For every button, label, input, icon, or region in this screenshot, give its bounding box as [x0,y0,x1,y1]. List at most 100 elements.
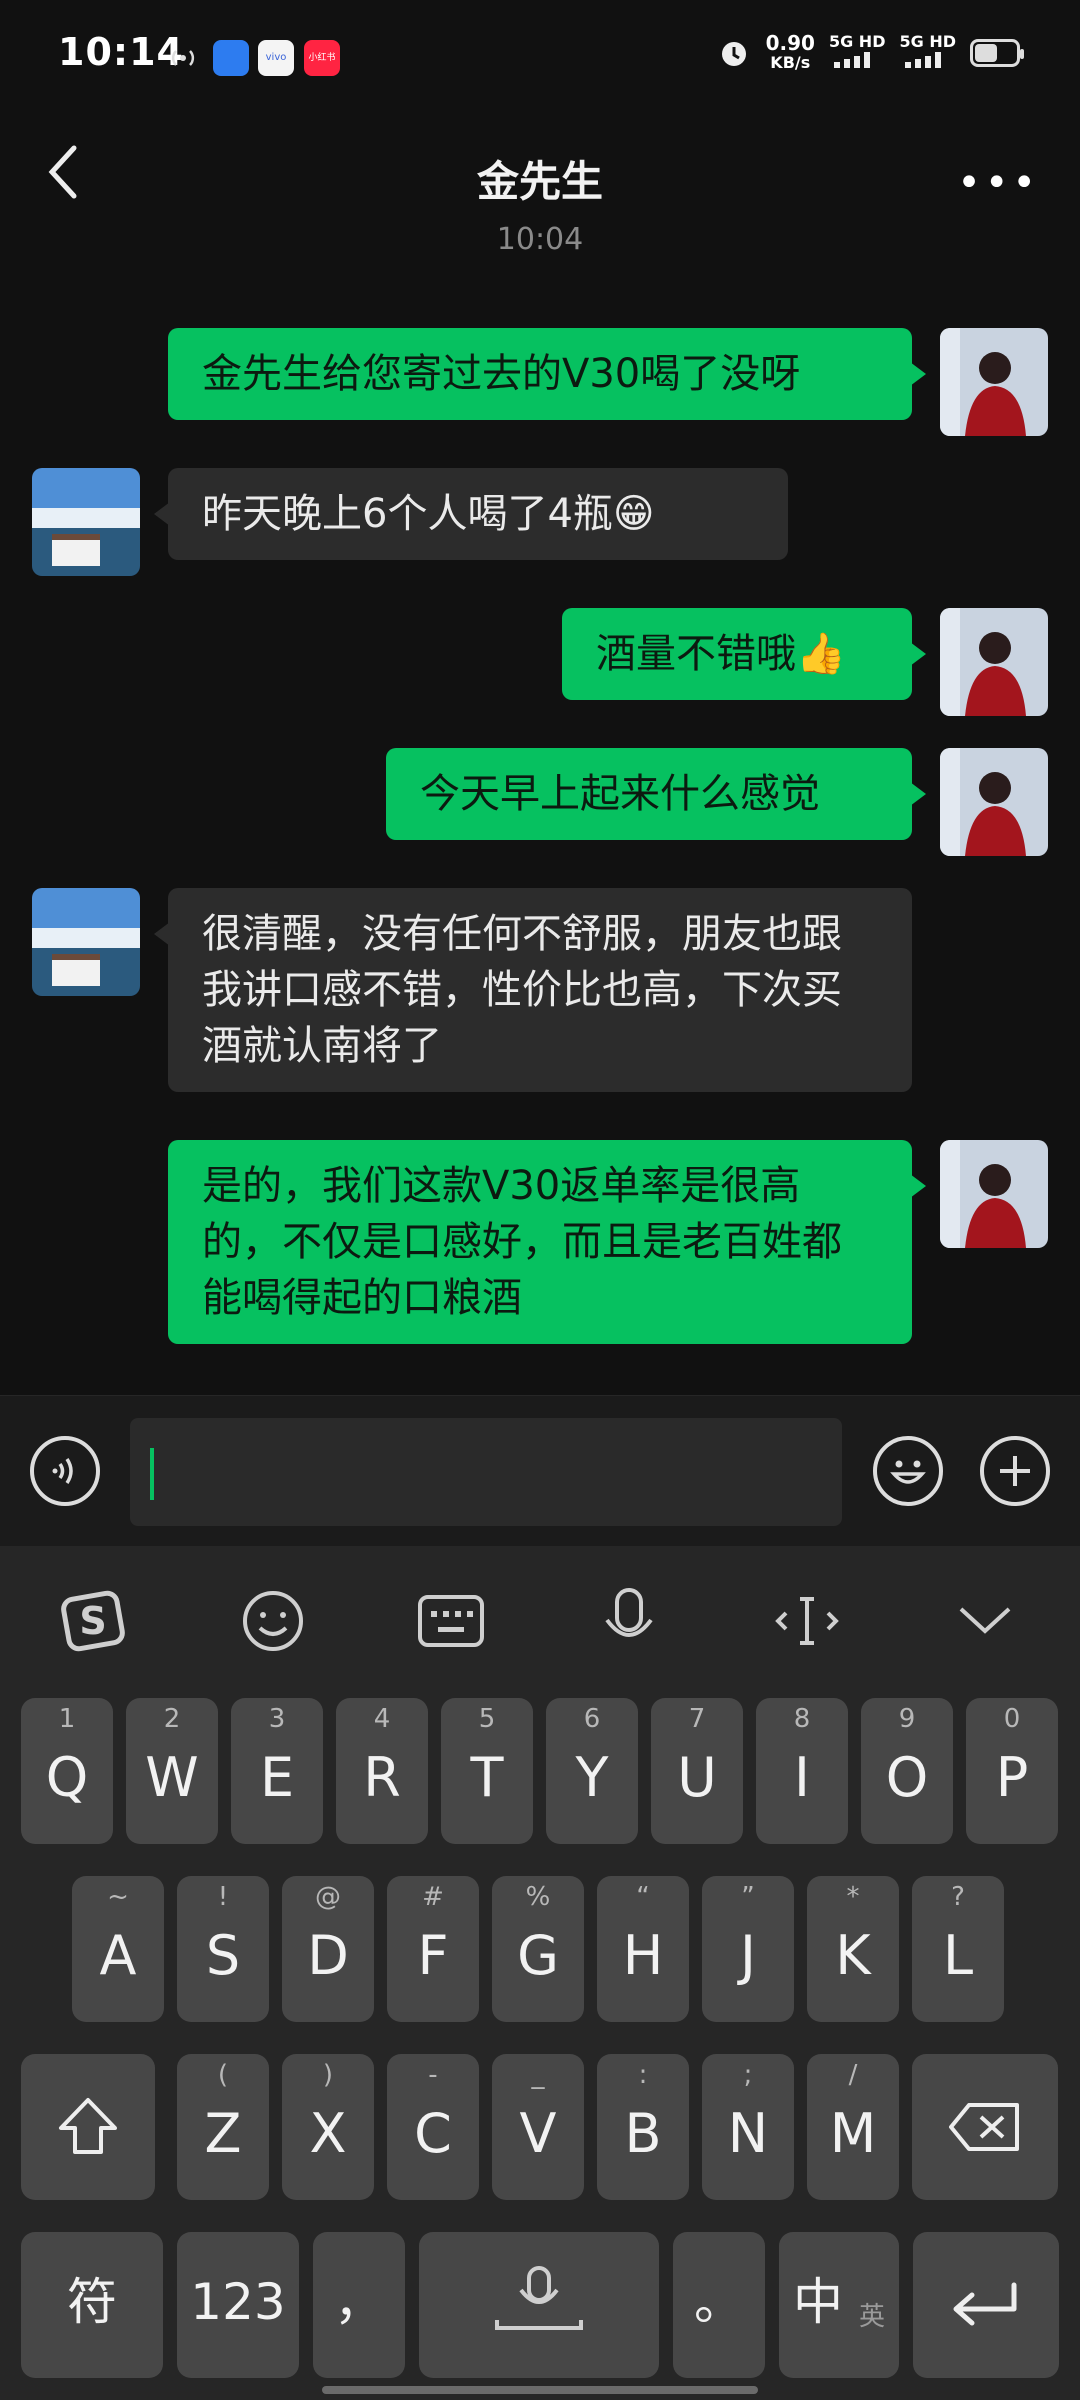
key-y[interactable]: 6Y [546,1698,638,1844]
key-o[interactable]: 9O [861,1698,953,1844]
message-bubble[interactable]: 很清醒，没有任何不舒服，朋友也跟我讲口感不错，性价比也高，下次买酒就认南将了 [154,888,912,1092]
key-label: G [517,1924,559,1987]
svg-text:S: S [79,1599,106,1643]
backspace-key[interactable] [912,2054,1058,2200]
keyboard-icon[interactable] [416,1586,486,1656]
message-bubble[interactable]: 昨天晚上6个人喝了4瓶😁 [154,468,788,560]
space-mic-icon [495,2266,583,2330]
key-hint: - [428,2060,438,2090]
my-avatar[interactable] [940,328,1048,436]
period-key[interactable]: 。 [673,2232,765,2378]
cell-signal-icon-1 [834,52,871,68]
cursor-move-icon[interactable] [772,1586,842,1656]
network-speed-value: 0.90 [765,30,815,55]
shift-key[interactable] [21,2054,155,2200]
key-label: A [99,1924,137,1987]
key-k[interactable]: * K [807,1876,899,2022]
key-l[interactable]: ? L [912,1876,1004,2022]
key-hint: / [848,2060,858,2090]
key-h[interactable]: “H [597,1876,689,2022]
soft-keyboard: S 1 Q 2 W 3 E 4 R 5 T 6 Y 7 U 8 I 9 O 0 P ~ A! S @ D # F% G “H” J * K? L… [0,1546,1080,2400]
more-options-icon[interactable]: ••• [957,160,1040,206]
my-avatar[interactable] [940,1140,1048,1248]
key-hint: * [846,1882,860,1912]
enter-key[interactable] [913,2232,1059,2378]
key-x[interactable]: ) X [282,2054,374,2200]
key-b[interactable]: :B [597,2054,689,2200]
shift-arrow-icon [59,2098,117,2154]
enter-return-icon [953,2282,1017,2326]
contact-avatar[interactable] [32,888,140,996]
signal-label-2: 5G HD [899,32,956,51]
text-cursor [150,1448,154,1500]
xiaohongshu-app-icon: 小红书 [304,40,340,76]
language-switch-key[interactable]: 中英 [779,2232,899,2378]
contact-avatar[interactable] [32,468,140,576]
key-j[interactable]: ” J [702,1876,794,2022]
home-indicator[interactable] [322,2386,758,2394]
key-label: V [519,2102,557,2165]
message-bubble[interactable]: 酒量不错哦👍 [562,608,926,700]
key-hint: 7 [688,1704,706,1734]
number-key[interactable]: 123 [177,2232,299,2378]
collapse-chevron-icon[interactable] [950,1586,1020,1656]
key-d[interactable]: @ D [282,1876,374,2022]
key-q[interactable]: 1Q [21,1698,113,1844]
sogou-logo-icon[interactable]: S [58,1586,128,1656]
my-avatar[interactable] [940,608,1048,716]
emoji-face-icon[interactable] [238,1586,308,1656]
key-t[interactable]: 5T [441,1698,533,1844]
key-label: D [307,1924,349,1987]
key-label: ， [334,2273,384,2331]
emoji-button[interactable] [873,1436,943,1506]
key-c[interactable]: -C [387,2054,479,2200]
key-e[interactable]: 3E [231,1698,323,1844]
message-bubble[interactable]: 是的，我们这款V30返单率是很高的，不仅是口感好，而且是老百姓都能喝得起的口粮酒 [168,1140,926,1344]
key-i[interactable]: 8I [756,1698,848,1844]
key-hint: ~ [107,1882,129,1912]
symbol-key[interactable]: 符 [21,2232,163,2378]
status-bar: 10:14 vivo 小红书 0.90 KB/s 5G HD 5G HD [0,0,1080,110]
key-hint: ? [951,1882,965,1912]
key-hint: 8 [793,1704,811,1734]
key-w[interactable]: 2W [126,1698,218,1844]
key-r[interactable]: 4R [336,1698,428,1844]
key-label: 符 [67,2273,117,2331]
key-hint: 1 [58,1704,76,1734]
key-v[interactable]: _ V [492,2054,584,2200]
key-label: J [740,1924,756,1987]
key-g[interactable]: % G [492,1876,584,2022]
key-m[interactable]: / M [807,2054,899,2200]
key-a[interactable]: ~ A [72,1876,164,2022]
key-label: Q [45,1746,89,1809]
key-hint: % [525,1882,551,1912]
key-p[interactable]: 0P [966,1698,1058,1844]
message-timestamp: 10:04 [496,222,584,257]
key-hint: _ [531,2060,545,2090]
voice-input-button[interactable] [30,1436,100,1506]
app-notification-icon [213,40,249,76]
microphone-icon[interactable] [594,1586,664,1656]
comma-key[interactable]: ， [313,2232,405,2378]
key-n[interactable]: ; N [702,2054,794,2200]
vivo-app-icon: vivo [258,40,294,76]
key-label: N [727,2102,769,2165]
key-f[interactable]: # F [387,1876,479,2022]
key-hint: : [638,2060,648,2090]
message-bubble[interactable]: 今天早上起来什么感觉 [386,748,926,840]
key-s[interactable]: ! S [177,1876,269,2022]
alarm-icon [721,41,746,66]
my-avatar[interactable] [940,748,1048,856]
key-hint: @ [315,1882,341,1912]
space-key[interactable] [419,2232,659,2378]
plus-icon [1000,1456,1030,1486]
message-bubble[interactable]: 金先生给您寄过去的V30喝了没呀 [168,328,926,420]
key-label: U [677,1746,717,1809]
key-label: M [829,2102,877,2165]
key-u[interactable]: 7U [651,1698,743,1844]
key-label: 123 [190,2273,286,2331]
more-actions-button[interactable] [980,1436,1050,1506]
key-z[interactable]: (Z [177,2054,269,2200]
key-hint: 3 [268,1704,286,1734]
message-input[interactable] [130,1418,842,1526]
